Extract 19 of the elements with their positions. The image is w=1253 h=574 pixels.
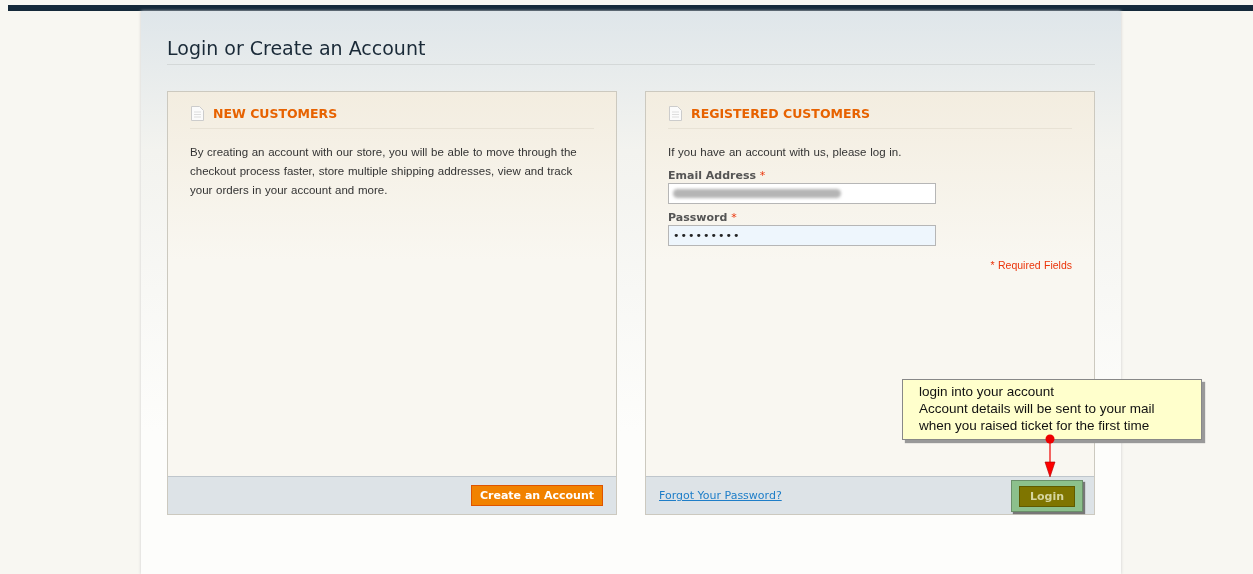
description-text: By creating an account with our store, you will be able to move through the checkout process faster, store multiple shipping addresses, view and track your orders in your account and more. <box>190 145 578 198</box>
pointer-arrow <box>1044 434 1056 478</box>
callout-text: when you raised ticket for the first time <box>919 417 1151 434</box>
forgot-password-link[interactable]: Forgot Your Password? <box>659 489 782 502</box>
document-icon <box>190 105 205 122</box>
required-fields-note: * Required Fields <box>989 258 1072 273</box>
field-label: Password * <box>668 211 738 224</box>
input-field[interactable] <box>668 183 936 204</box>
intro-text: If you have an account with us, please log in. <box>668 145 903 160</box>
section-heading: NEW CUSTOMERS <box>213 106 338 121</box>
login-button[interactable]: Login <box>1018 485 1075 507</box>
field-label: Email Address * <box>668 169 767 182</box>
callout-text: login into your account <box>919 383 1056 400</box>
input-field[interactable]: ••••••••• <box>668 225 936 246</box>
create-account-button[interactable]: Create an Account <box>470 485 603 506</box>
callout-text: Account details will be sent to your mail <box>919 400 1156 417</box>
section-heading: REGISTERED CUSTOMERS <box>691 106 871 121</box>
document-icon <box>668 105 683 122</box>
page-title: Login or Create an Account <box>167 37 426 59</box>
